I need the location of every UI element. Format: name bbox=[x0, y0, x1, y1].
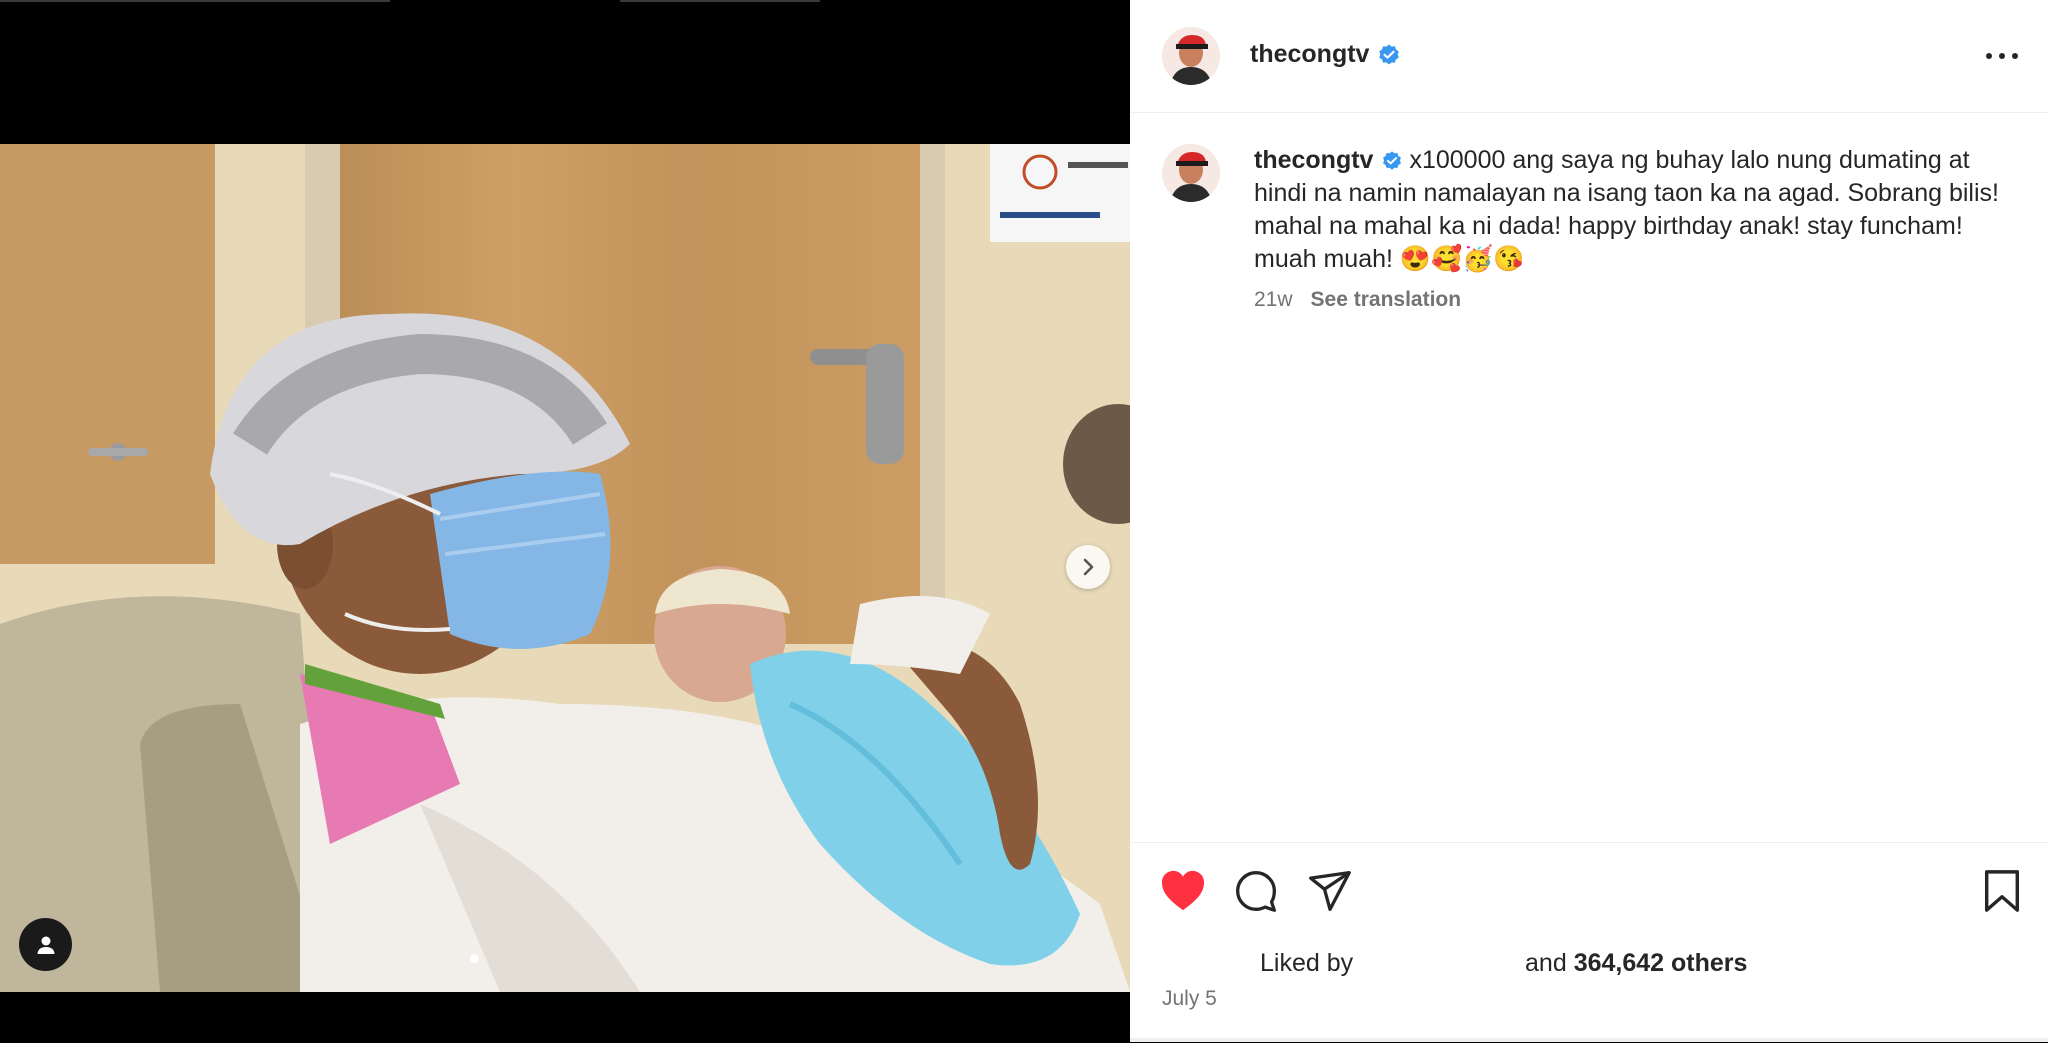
liked-by-prefix: Liked by bbox=[1260, 949, 1354, 977]
post-media[interactable] bbox=[0, 0, 1130, 1042]
avatar-image bbox=[1162, 144, 1220, 202]
avatar-image bbox=[1162, 27, 1220, 85]
likes-summary[interactable]: Liked by and 364,642 others bbox=[1260, 949, 1747, 978]
more-options-button[interactable] bbox=[1982, 40, 2022, 70]
carousel-next-button[interactable] bbox=[1066, 545, 1110, 589]
more-dot bbox=[2012, 53, 2018, 59]
verified-badge-icon bbox=[1379, 44, 1400, 65]
redacted-username bbox=[1360, 951, 1519, 971]
bookmark-icon bbox=[1984, 870, 2020, 912]
comment-icon bbox=[1236, 871, 1276, 912]
share-button[interactable] bbox=[1308, 869, 1352, 918]
carousel-dot-active bbox=[470, 954, 479, 963]
user-tag-icon bbox=[37, 936, 54, 954]
paper-plane-icon bbox=[1309, 871, 1351, 911]
photo-illustration bbox=[0, 144, 1130, 992]
save-button[interactable] bbox=[1982, 869, 2022, 918]
post-side-panel: thecongtv thecongtv x100000 ang saya ng … bbox=[1130, 0, 2048, 1042]
carousel-indicator bbox=[470, 954, 479, 963]
divider bbox=[1130, 1038, 2048, 1042]
avatar[interactable] bbox=[1162, 27, 1220, 85]
more-dot bbox=[1999, 53, 2005, 59]
chevron-right-icon bbox=[1083, 558, 1094, 576]
heart-filled-icon bbox=[1161, 870, 1205, 911]
see-translation-link[interactable]: See translation bbox=[1311, 288, 1462, 311]
post-age[interactable]: 21w bbox=[1254, 288, 1293, 311]
caption-meta: 21w See translation bbox=[1254, 288, 1461, 312]
liked-by-and: and bbox=[1525, 949, 1567, 977]
media-top-strip bbox=[0, 0, 1130, 2]
post-date[interactable]: July 5 bbox=[1162, 987, 1217, 1011]
verified-badge-icon bbox=[1383, 151, 1402, 171]
caption-section: thecongtv x100000 ang saya ng buhay lalo… bbox=[1130, 112, 2048, 842]
comment-button[interactable] bbox=[1234, 869, 1278, 918]
more-horizontal-icon bbox=[1986, 53, 1992, 59]
tagged-users-button[interactable] bbox=[19, 918, 72, 971]
caption-avatar[interactable] bbox=[1162, 144, 1220, 202]
post-author-username[interactable]: thecongtv bbox=[1250, 40, 1401, 69]
post-actions: Liked by and 364,642 others July 5 bbox=[1130, 842, 2048, 1043]
post-photo[interactable] bbox=[0, 144, 1130, 992]
username-text[interactable]: thecongtv bbox=[1250, 40, 1369, 68]
likes-count[interactable]: 364,642 others bbox=[1574, 949, 1748, 977]
post-header: thecongtv bbox=[1130, 0, 2048, 113]
caption-username[interactable]: thecongtv bbox=[1254, 146, 1373, 174]
like-button[interactable] bbox=[1160, 869, 1206, 918]
caption-text: thecongtv x100000 ang saya ng buhay lalo… bbox=[1254, 144, 2024, 276]
